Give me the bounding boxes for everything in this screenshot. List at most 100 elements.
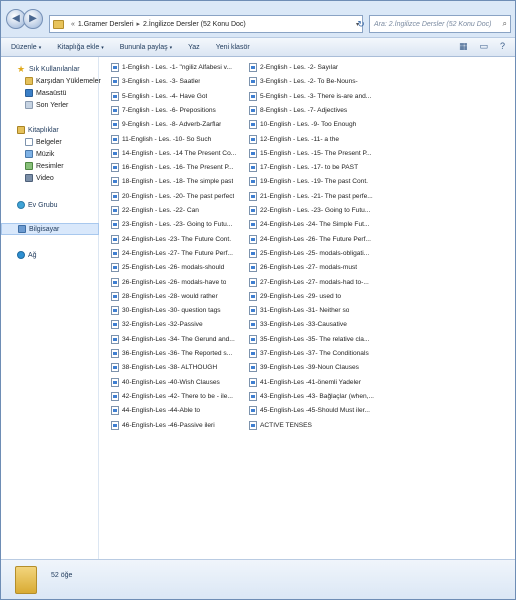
file-item[interactable]: 16-English - Les. -16- The Present P...: [111, 161, 245, 174]
pictures-label: Resimler: [36, 162, 64, 170]
view-options-icon[interactable]: ▦: [459, 41, 468, 52]
file-item[interactable]: 40-English-Les -40-Wish Clauses: [111, 376, 245, 389]
file-item[interactable]: 17-English - Les. -17- to be PAST: [249, 161, 383, 174]
sidebar-item-libraries[interactable]: Kitaplıklar: [1, 124, 99, 136]
file-item[interactable]: 26-English-Les -27- modals-must: [249, 261, 383, 274]
sidebar-item-documents[interactable]: Belgeler: [1, 136, 99, 148]
file-item[interactable]: 37-English-Les -37- The Conditionals: [249, 347, 383, 360]
file-item[interactable]: 8-English - Les. -7- Adjectives: [249, 104, 383, 117]
file-item[interactable]: ACTIVE TENSES: [249, 419, 383, 432]
computer-icon: [18, 225, 26, 233]
file-item[interactable]: 27-English-Les -27- modals-had to-...: [249, 276, 383, 289]
file-item[interactable]: 39-English-Les -39-Noun Clauses: [249, 361, 383, 374]
file-item[interactable]: 24-English-Les -26- The Future Perf...: [249, 233, 383, 246]
file-item[interactable]: 12-English - Les. -11- a the: [249, 133, 383, 146]
refresh-icon[interactable]: ↻: [352, 15, 370, 33]
file-item[interactable]: 38-English-Les -38- ALTHOUGH: [111, 361, 245, 374]
file-item[interactable]: 5-English - Les. -4- Have Got: [111, 90, 245, 103]
file-item[interactable]: 14-English - Les. -14 The Present Co...: [111, 147, 245, 160]
file-item[interactable]: 7-English - Les. -6- Prepositions: [111, 104, 245, 117]
address-prefix: «: [71, 20, 75, 28]
file-item[interactable]: 35-English-Les -35- The relative cla...: [249, 333, 383, 346]
file-item[interactable]: 24-English-Les -23- The Future Cont.: [111, 233, 245, 246]
file-item[interactable]: 20-English - Les. -20- The past perfect: [111, 190, 245, 203]
file-item[interactable]: 28-English-Les -28- would rather: [111, 290, 245, 303]
file-item[interactable]: 33-English-Les -33-Causative: [249, 318, 383, 331]
sidebar-item-music[interactable]: Müzik: [1, 148, 99, 160]
add-to-library-menu[interactable]: Kitaplığa ekle ▾: [57, 44, 104, 51]
file-item[interactable]: 26-English-Les -26- modals-have to: [111, 276, 245, 289]
file-item[interactable]: 41-English-Les -41-önemli Yadeler: [249, 376, 383, 389]
file-name: 9-English - Les. -8- Adverb-Zarflar: [122, 121, 222, 129]
file-item[interactable]: 2-English - Les. -2- Sayılar: [249, 61, 383, 74]
homegroup-group: Ev Grubu: [1, 199, 99, 211]
file-item[interactable]: 31-English-Les -31- Neither so: [249, 304, 383, 317]
burn-button[interactable]: Yaz: [188, 44, 200, 51]
file-name: 1-English - Les. -1- "ngiliz Alfabesi v.…: [122, 64, 232, 71]
file-item[interactable]: 15-English - Les. -15- The Present P...: [249, 147, 383, 160]
file-item[interactable]: 22-English - Les. -22- Can: [111, 204, 245, 217]
file-item[interactable]: 1-English - Les. -1- "ngiliz Alfabesi v.…: [111, 61, 245, 74]
file-item[interactable]: 29-English-Les -29- used to: [249, 290, 383, 303]
help-icon[interactable]: ?: [500, 41, 505, 52]
word-document-icon: [111, 306, 119, 316]
file-item[interactable]: 44-English-Les -44-Able to: [111, 404, 245, 417]
forward-button[interactable]: ▶: [23, 9, 43, 29]
file-item[interactable]: 36-English-Les -36- The Reported s...: [111, 347, 245, 360]
file-item[interactable]: 23-English - Les. -23- Going to Futu...: [111, 218, 245, 231]
documents-label: Belgeler: [36, 138, 62, 146]
word-document-icon: [249, 191, 257, 201]
organize-menu[interactable]: Düzenle ▾: [11, 44, 41, 51]
sidebar-item-network[interactable]: Ağ: [1, 249, 99, 261]
file-item[interactable]: 46-English-Les -46-Passive ileri: [111, 419, 245, 432]
file-item[interactable]: 45-English-Les -45-Should Must iler...: [249, 404, 383, 417]
sidebar-item-pictures[interactable]: Resimler: [1, 160, 99, 172]
sidebar-item-computer[interactable]: Bilgisayar: [1, 223, 99, 235]
breadcrumb-gramer-dersleri[interactable]: 1.Gramer Dersleri: [78, 21, 134, 28]
file-item[interactable]: 24-English-Les -24- The Simple Fut...: [249, 218, 383, 231]
breadcrumb-separator[interactable]: ▸: [137, 20, 141, 28]
file-item[interactable]: 22-English - Les. -23- Going to Futu...: [249, 204, 383, 217]
star-icon: ★: [17, 63, 26, 74]
file-name: 27-English-Les -27- modals-had to-...: [260, 278, 369, 286]
search-icon[interactable]: ⌕: [503, 19, 507, 29]
file-item[interactable]: 5-English - Les. -3- There is-are and...: [249, 90, 383, 103]
file-item[interactable]: 18-English - Les. -18- The simple past: [111, 175, 245, 188]
word-document-icon: [111, 206, 119, 215]
preview-pane-icon[interactable]: ▭: [479, 41, 488, 52]
sidebar-item-homegroup[interactable]: Ev Grubu: [1, 199, 99, 211]
sidebar-item-favorites[interactable]: ★ Sık Kullanılanlar: [1, 63, 99, 75]
file-item[interactable]: 43-English-Les -43- Bağlaçlar (when,...: [249, 390, 383, 403]
file-item[interactable]: 19-English - Les. -19- The past Cont.: [249, 175, 383, 188]
file-item[interactable]: 32-English-Les -32-Passive: [111, 318, 245, 331]
file-name: 5-English - Les. -4- Have Got: [122, 92, 208, 100]
file-item[interactable]: 11-English - Les. -10- So Such: [111, 133, 245, 146]
file-name: 5-English - Les. -3- There is-are and...: [260, 92, 372, 100]
file-item[interactable]: 42-English-Les -42- There to be - ile...: [111, 390, 245, 403]
word-document-icon: [111, 277, 119, 287]
file-item[interactable]: 3-English - Les. -3- Saatler: [111, 75, 245, 88]
file-item[interactable]: 25-English-Les -26- modals-should: [111, 261, 245, 274]
file-item[interactable]: 21-English - Les. -21- The past perfe...: [249, 190, 383, 203]
address-bar[interactable]: « 1.Gramer Dersleri ▸ 2.İngilizce Dersle…: [49, 15, 363, 33]
search-input[interactable]: Ara: 2.İngilizce Dersler (52 Konu Doc) ⌕: [369, 15, 511, 33]
new-folder-button[interactable]: Yeni klasör: [216, 44, 250, 51]
explorer-window: ◀ ▶ « 1.Gramer Dersleri ▸ 2.İngilizce De…: [0, 0, 516, 600]
file-item[interactable]: 9-English - Les. -8- Adverb-Zarflar: [111, 118, 245, 131]
file-item[interactable]: 34-English-Les -34- The Gerund and...: [111, 333, 245, 346]
sidebar-item-downloads[interactable]: Karşıdan Yüklemeler: [1, 75, 101, 87]
file-item[interactable]: 24-English-Les -27- The Future Perf...: [111, 247, 245, 260]
file-item[interactable]: 30-English-Les -30- question tags: [111, 304, 245, 317]
sidebar-item-recent[interactable]: Son Yerler: [1, 99, 99, 111]
file-item[interactable]: 3-English - Les. -2- To Be-Nouns-: [249, 75, 383, 88]
file-name: 17-English - Les. -17- to be PAST: [260, 164, 359, 172]
sidebar-item-desktop[interactable]: Masaüstü: [1, 87, 99, 99]
file-item[interactable]: 10-English - Les. -9- Too Enough: [249, 118, 383, 131]
breadcrumb-ingilizce-dersler[interactable]: 2.İngilizce Dersler (52 Konu Doc): [143, 21, 246, 28]
share-with-menu[interactable]: Bununla paylaş ▾: [120, 44, 172, 51]
word-document-icon: [111, 77, 119, 87]
sidebar-item-videos[interactable]: Video: [1, 172, 99, 184]
libraries-group: Kitaplıklar Belgeler Müzik Resimler Vide…: [1, 124, 99, 184]
file-item[interactable]: 25-English-Les -25- modals-obligati...: [249, 247, 383, 260]
word-document-icon: [249, 420, 257, 430]
